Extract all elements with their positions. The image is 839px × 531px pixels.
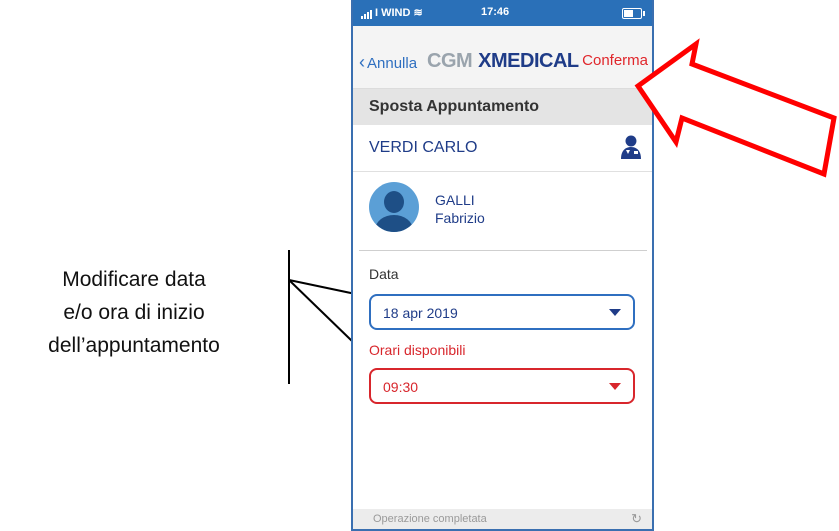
divider xyxy=(359,250,647,251)
time-value: 09:30 xyxy=(383,379,419,395)
phone-screen: I WIND ≋ 17:46 ‹ Annulla CGM XMEDICAL Conf… xyxy=(351,0,654,531)
patient-row[interactable]: VERDI CARLO xyxy=(353,127,652,172)
callout-arrow-icon xyxy=(634,38,837,178)
date-label: Data xyxy=(369,266,399,282)
status-bar: I WIND ≋ 17:46 xyxy=(353,0,652,26)
battery-icon xyxy=(622,8,645,19)
available-hours-label: Orari disponibili xyxy=(369,342,466,358)
status-toast: Operazione completata ↻ xyxy=(353,509,652,529)
refresh-icon[interactable]: ↻ xyxy=(631,509,642,529)
date-value: 18 apr 2019 xyxy=(383,305,458,321)
carrier-label: I WIND ≋ xyxy=(361,6,423,19)
toast-message: Operazione completata xyxy=(373,513,487,525)
avatar xyxy=(369,182,419,232)
nav-bar: ‹ Annulla CGM XMEDICAL Conferma xyxy=(353,26,652,89)
wifi-icon: ≋ xyxy=(413,7,423,19)
dropdown-arrow-icon xyxy=(609,383,621,390)
status-time: 17:46 xyxy=(481,6,510,18)
dropdown-arrow-icon xyxy=(609,309,621,316)
app-logo: CGM XMEDICAL xyxy=(427,50,579,72)
date-select[interactable]: 18 apr 2019 xyxy=(369,294,635,330)
doctor-card: GALLI Fabrizio xyxy=(369,182,639,238)
chevron-left-icon: ‹ xyxy=(359,52,365,72)
doctor-first-name: Fabrizio xyxy=(435,210,485,226)
doctor-last-name: GALLI xyxy=(435,192,475,208)
time-select[interactable]: 09:30 xyxy=(369,368,635,404)
page-title: Sposta Appuntamento xyxy=(353,89,652,125)
cancel-button[interactable]: ‹ Annulla xyxy=(359,52,417,73)
signal-icon xyxy=(361,7,373,19)
patient-name: VERDI CARLO xyxy=(369,139,478,156)
